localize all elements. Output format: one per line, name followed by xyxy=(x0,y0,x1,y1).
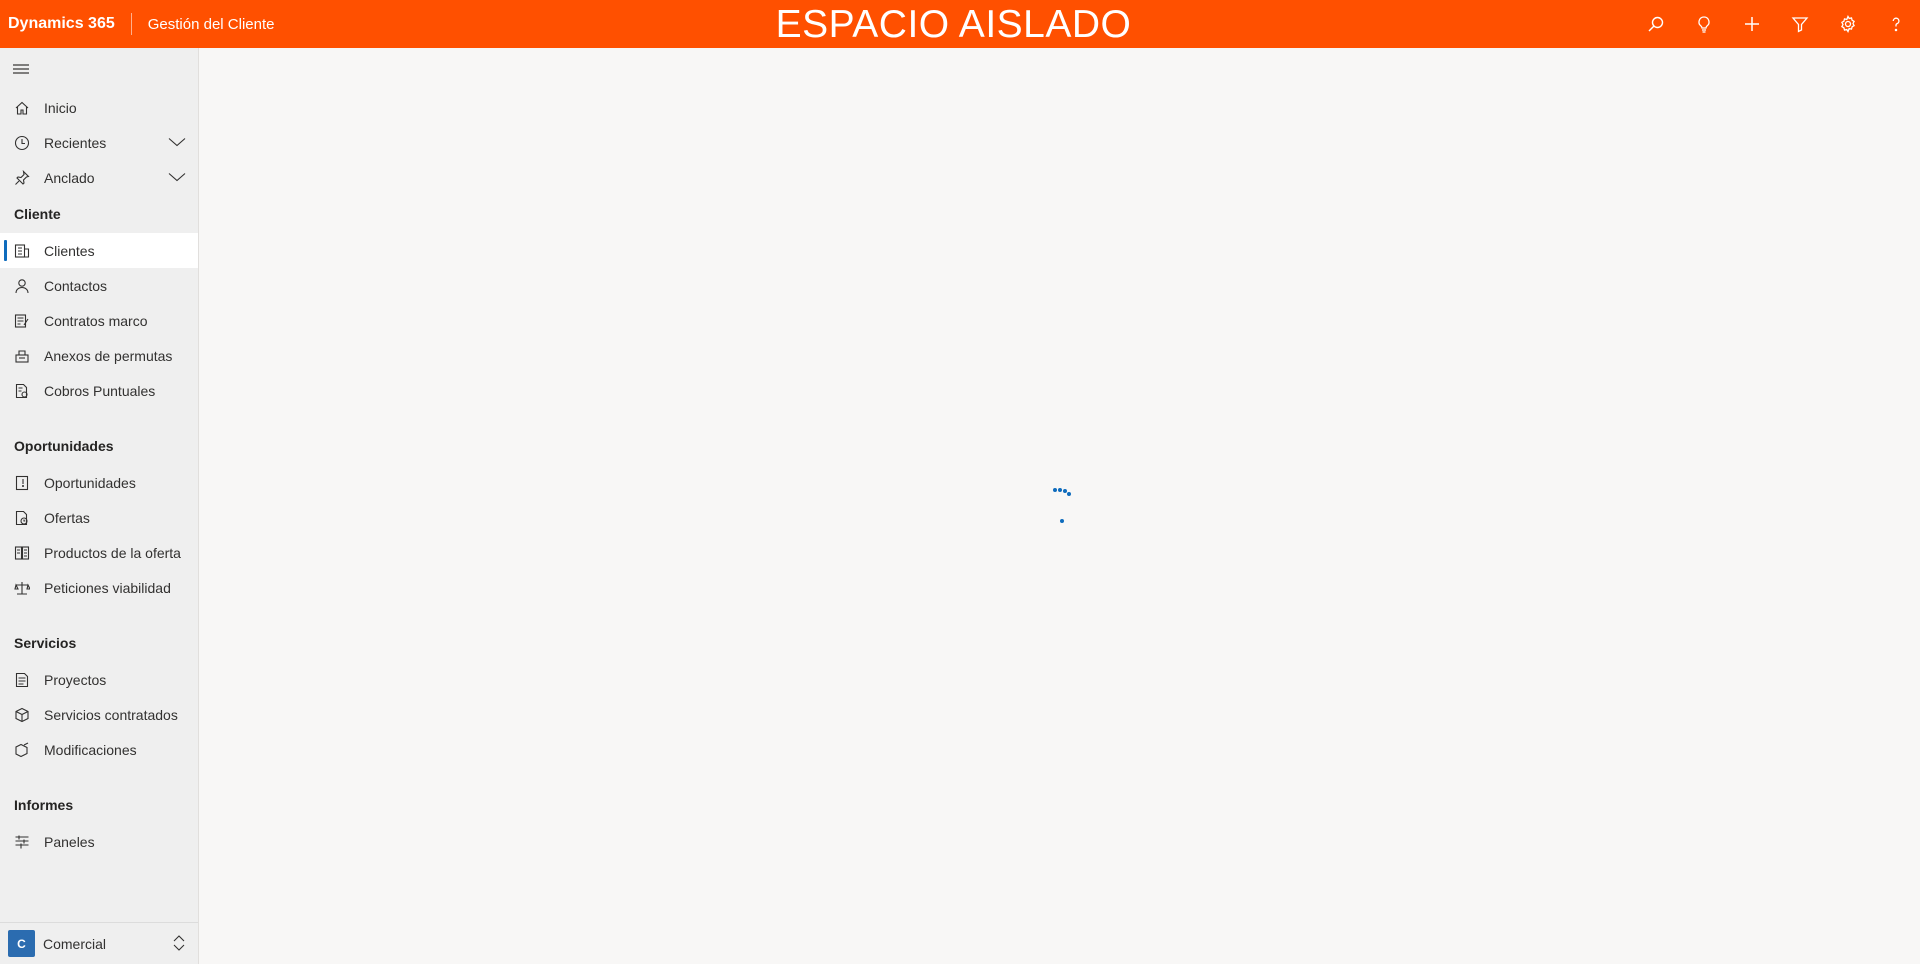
opportunity-icon xyxy=(14,475,30,491)
area-badge: C xyxy=(8,930,35,957)
accounts-icon xyxy=(14,243,30,259)
spinner-dot xyxy=(1060,519,1064,523)
quote-icon xyxy=(14,510,30,526)
nav-ofertas[interactable]: Ofertas xyxy=(0,500,198,535)
search-icon xyxy=(1648,16,1664,32)
nav-label: Proyectos xyxy=(44,671,107,688)
nav-productos-oferta[interactable]: Productos de la oferta xyxy=(0,535,198,570)
nav-contratos-marco[interactable]: Contratos marco xyxy=(0,303,198,338)
services-icon xyxy=(14,707,30,723)
nav-proyectos[interactable]: Proyectos xyxy=(0,662,198,697)
brand-link[interactable]: Dynamics 365 xyxy=(0,15,131,33)
area-switcher[interactable]: C Comercial xyxy=(0,922,198,964)
environment-banner: ESPACIO AISLADO xyxy=(775,3,1132,46)
area-label: Comercial xyxy=(43,935,107,952)
add-icon xyxy=(1745,17,1759,31)
chevron-up-down-icon xyxy=(173,935,185,951)
group-title-servicios: Servicios xyxy=(14,635,77,651)
nav-label: Servicios contratados xyxy=(44,706,178,723)
nav-label: Ofertas xyxy=(44,509,90,526)
nav-oportunidades[interactable]: Oportunidades xyxy=(0,465,198,500)
nav-label: Oportunidades xyxy=(44,474,136,491)
add-button[interactable] xyxy=(1728,0,1776,48)
spinner-dot xyxy=(1058,488,1062,492)
pin-icon xyxy=(14,169,30,186)
nav-inicio[interactable]: Inicio xyxy=(0,90,198,125)
hamburger-icon xyxy=(13,64,29,74)
nav-recientes[interactable]: Recientes xyxy=(0,125,198,160)
nav-label: Recientes xyxy=(44,134,107,151)
nav-peticiones-viabilidad[interactable]: Peticiones viabilidad xyxy=(0,570,198,605)
dashboard-icon xyxy=(14,834,30,850)
nav-label: Inicio xyxy=(44,99,77,116)
charge-icon xyxy=(14,383,30,399)
nav-label: Contratos marco xyxy=(44,312,148,329)
nav-label: Modificaciones xyxy=(44,741,137,758)
nav-modificaciones[interactable]: Modificaciones xyxy=(0,732,198,767)
top-bar: Dynamics 365 Gestión del Cliente ESPACIO… xyxy=(0,0,1920,48)
nav-label: Productos de la oferta xyxy=(44,544,181,561)
nav-label: Anexos de permutas xyxy=(44,347,173,364)
group-title-cliente: Cliente xyxy=(14,206,61,222)
nav-label: Peticiones viabilidad xyxy=(44,579,171,596)
settings-button[interactable] xyxy=(1824,0,1872,48)
help-icon xyxy=(1892,17,1900,32)
spinner-dot xyxy=(1067,492,1071,496)
clock-icon xyxy=(14,135,30,151)
sitemap-sidebar: Inicio Recientes Anclado Cliente Cliente… xyxy=(0,48,199,964)
chevron-down-icon[interactable] xyxy=(168,169,186,185)
group-title-informes: Informes xyxy=(14,797,74,813)
nav-label: Paneles xyxy=(44,833,95,850)
lightbulb-button[interactable] xyxy=(1680,0,1728,48)
project-icon xyxy=(14,672,30,688)
nav-servicios-contratados[interactable]: Servicios contratados xyxy=(0,697,198,732)
settings-icon xyxy=(1841,15,1855,33)
group-title-oportunidades: Oportunidades xyxy=(14,438,114,454)
products-icon xyxy=(14,545,30,561)
loading-spinner xyxy=(1050,484,1078,528)
nav-label: Anclado xyxy=(44,169,95,186)
filter-icon xyxy=(1791,17,1809,33)
help-button[interactable] xyxy=(1872,0,1920,48)
nav-clientes[interactable]: Clientes xyxy=(0,233,198,268)
app-name-link[interactable]: Gestión del Cliente xyxy=(132,16,275,33)
chevron-down-icon[interactable] xyxy=(168,134,186,150)
nav-anexos-permutas[interactable]: Anexos de permutas xyxy=(0,338,198,373)
search-button[interactable] xyxy=(1632,0,1680,48)
feasibility-icon xyxy=(14,580,30,596)
header-actions xyxy=(1632,0,1920,48)
nav-label: Cobros Puntuales xyxy=(44,382,156,399)
nav-label: Clientes xyxy=(44,242,95,259)
filter-button[interactable] xyxy=(1776,0,1824,48)
nav-paneles[interactable]: Paneles xyxy=(0,824,198,859)
nav-anclado[interactable]: Anclado xyxy=(0,160,198,195)
home-icon xyxy=(14,100,30,116)
modifications-icon xyxy=(14,742,30,758)
nav-cobros-puntuales[interactable]: Cobros Puntuales xyxy=(0,373,198,408)
hamburger-button[interactable] xyxy=(0,48,198,90)
contact-icon xyxy=(14,278,30,294)
spinner-dot xyxy=(1053,488,1057,492)
lightbulb-icon xyxy=(1698,16,1710,33)
nav-contactos[interactable]: Contactos xyxy=(0,268,198,303)
annex-icon xyxy=(14,348,30,364)
nav-label: Contactos xyxy=(44,277,108,294)
contract-icon xyxy=(14,313,30,329)
